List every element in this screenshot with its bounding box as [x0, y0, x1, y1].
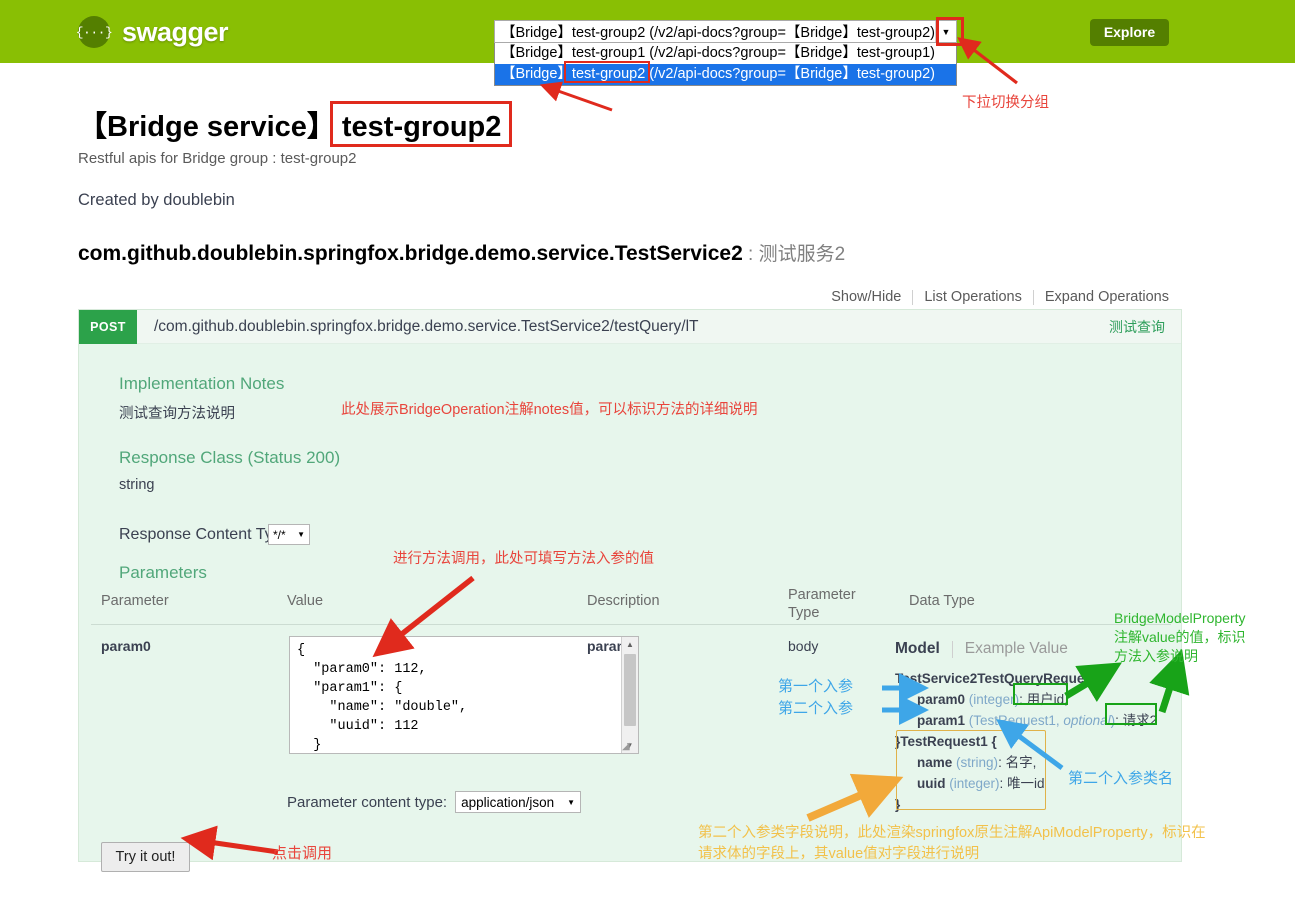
parameter-content-type-row: Parameter content type: application/json…: [287, 791, 582, 813]
scroll-up-icon[interactable]: ▲: [622, 637, 638, 652]
annotation-try-it-out: 点击调用: [272, 845, 333, 862]
model-field-name: name: [917, 755, 953, 770]
model-field: param1 (TestRequest1, optional): 请求2: [895, 710, 1185, 731]
response-content-type-value: */*: [273, 527, 286, 542]
model-field-optional: optional: [1063, 713, 1111, 728]
operation-options: Show/Hide List Operations Expand Operati…: [820, 289, 1180, 305]
page-title: 【Bridge service】 test-group2: [78, 103, 501, 145]
parameters-table: Parameter Value Description Parameter Ty…: [91, 586, 1171, 872]
model-field: param0 (integer): 用户id,: [895, 689, 1185, 710]
dropdown-option-selected[interactable]: 【Bridge】test-group2 (/v2/api-docs?group=…: [495, 64, 956, 85]
annotation-field-note: 第二个入参类字段说明，此处渲染springfox原生注解ApiModelProp…: [698, 825, 1206, 863]
resource-name: com.github.doublebin.springfox.bridge.de…: [78, 242, 743, 265]
response-class-title: Response Class (Status 200): [119, 448, 341, 467]
api-group-select-value: 【Bridge】test-group2 (/v2/api-docs?group=…: [501, 25, 935, 41]
model-field-type: (integer): [968, 692, 1020, 707]
parameters-table-header: Parameter Value Description Parameter Ty…: [91, 586, 1171, 625]
swagger-logo[interactable]: {···} swagger: [76, 14, 229, 50]
textarea-scrollbar[interactable]: ▲ ▼: [621, 637, 638, 753]
cell-parameter-type: body: [788, 638, 819, 654]
show-hide-link[interactable]: Show/Hide: [820, 289, 912, 305]
expand-operations-link[interactable]: Expand Operations: [1034, 289, 1180, 305]
column-parameter-type: Parameter Type: [788, 587, 856, 622]
model-signature: TestService2TestQueryRequest { param0 (i…: [895, 668, 1185, 815]
logo-text: swagger: [122, 16, 229, 47]
operation-header[interactable]: POST /com.github.doublebin.springfox.bri…: [79, 309, 1181, 344]
braces-icon: {···}: [76, 16, 113, 48]
model-field-name: uuid: [917, 776, 946, 791]
column-description: Description: [587, 593, 660, 609]
parameters-title: Parameters: [119, 563, 207, 582]
api-description: Restful apis for Bridge group : test-gro…: [78, 150, 357, 167]
api-created-by: Created by doublebin: [78, 191, 235, 209]
column-parameter: Parameter: [101, 593, 169, 609]
annotation-notes: 此处展示BridgeOperation注解notes值，可以标识方法的详细说明: [341, 402, 758, 418]
model-field-name: param1: [917, 713, 966, 728]
model-close-brace: }: [895, 797, 901, 812]
scrollbar-thumb[interactable]: [624, 654, 636, 726]
annotation-second-param: 第二个入参: [778, 700, 854, 717]
annotation-dropdown-switch: 下拉切换分组: [962, 95, 1049, 111]
cell-parameter-name: param0: [101, 638, 151, 654]
model-class-name: TestService2TestQueryRequest {: [895, 671, 1106, 686]
parameter-content-type-select[interactable]: application/json ▼: [455, 791, 582, 813]
implementation-notes-text: 测试查询方法说明: [119, 406, 235, 422]
annotation-second-class: 第二个入参类名: [1068, 770, 1174, 787]
column-value: Value: [287, 593, 324, 609]
api-group-dropdown[interactable]: 【Bridge】test-group1 (/v2/api-docs?group=…: [494, 43, 957, 86]
annotation-bridge-model-property: BridgeModelProperty 注解value的值，标识 方法入参说明: [1114, 610, 1246, 664]
model-field-name: param0: [917, 692, 966, 707]
model-field-desc: 用户id,: [1026, 692, 1068, 707]
response-class-text: string: [119, 477, 155, 493]
tab-model[interactable]: Model: [895, 640, 952, 658]
resource-name-cn: : 测试服务2: [742, 244, 846, 265]
chevron-down-icon: ▼: [297, 530, 305, 539]
http-method-badge: POST: [79, 309, 137, 344]
column-data-type: Data Type: [909, 593, 975, 609]
response-content-type-select[interactable]: */* ▼: [268, 524, 310, 545]
model-field-type: (integer): [949, 776, 1000, 791]
operation-summary: 测试查询: [1109, 319, 1165, 335]
arrow-page-title: [539, 81, 613, 112]
implementation-notes-title: Implementation Notes: [119, 374, 285, 393]
parameter-content-type-label: Parameter content type:: [287, 793, 448, 811]
model-field-desc: 唯一id: [1007, 776, 1045, 791]
operation-panel: POST /com.github.doublebin.springfox.bri…: [78, 309, 1185, 872]
page-title-service: 【Bridge service】: [78, 111, 336, 143]
model-field-type: (TestRequest1,: [968, 713, 1064, 728]
page-title-group: test-group2: [341, 111, 502, 143]
resize-grip-icon[interactable]: ◢: [622, 741, 636, 754]
model-field-desc: 名字,: [1005, 755, 1037, 770]
data-type-tabs: Model Example Value: [895, 640, 1068, 658]
operation-path: /com.github.doublebin.springfox.bridge.d…: [154, 317, 699, 335]
chevron-down-icon: ▼: [567, 797, 576, 807]
model-field-desc: 请求2: [1122, 713, 1158, 728]
parameter-content-type-value: application/json: [461, 794, 555, 810]
dropdown-option[interactable]: 【Bridge】test-group1 (/v2/api-docs?group=…: [495, 43, 956, 64]
annotation-first-param: 第一个入参: [778, 678, 854, 695]
list-operations-link[interactable]: List Operations: [913, 289, 1033, 305]
tab-example-value[interactable]: Example Value: [953, 640, 1068, 658]
resource-heading: com.github.doublebin.springfox.bridge.de…: [78, 239, 845, 266]
try-it-out-button[interactable]: Try it out!: [101, 842, 190, 872]
api-group-select[interactable]: 【Bridge】test-group2 (/v2/api-docs?group=…: [494, 20, 957, 43]
model-field-type: (string): [956, 755, 999, 770]
annotation-params: 进行方法调用，此处可填写方法入参的值: [393, 551, 654, 567]
explore-button[interactable]: Explore: [1090, 19, 1169, 46]
model-class2-name: }TestRequest1 {: [895, 734, 997, 749]
chevron-down-icon[interactable]: ▼: [935, 21, 956, 42]
response-content-type-label: Response Content Type: [119, 526, 291, 543]
